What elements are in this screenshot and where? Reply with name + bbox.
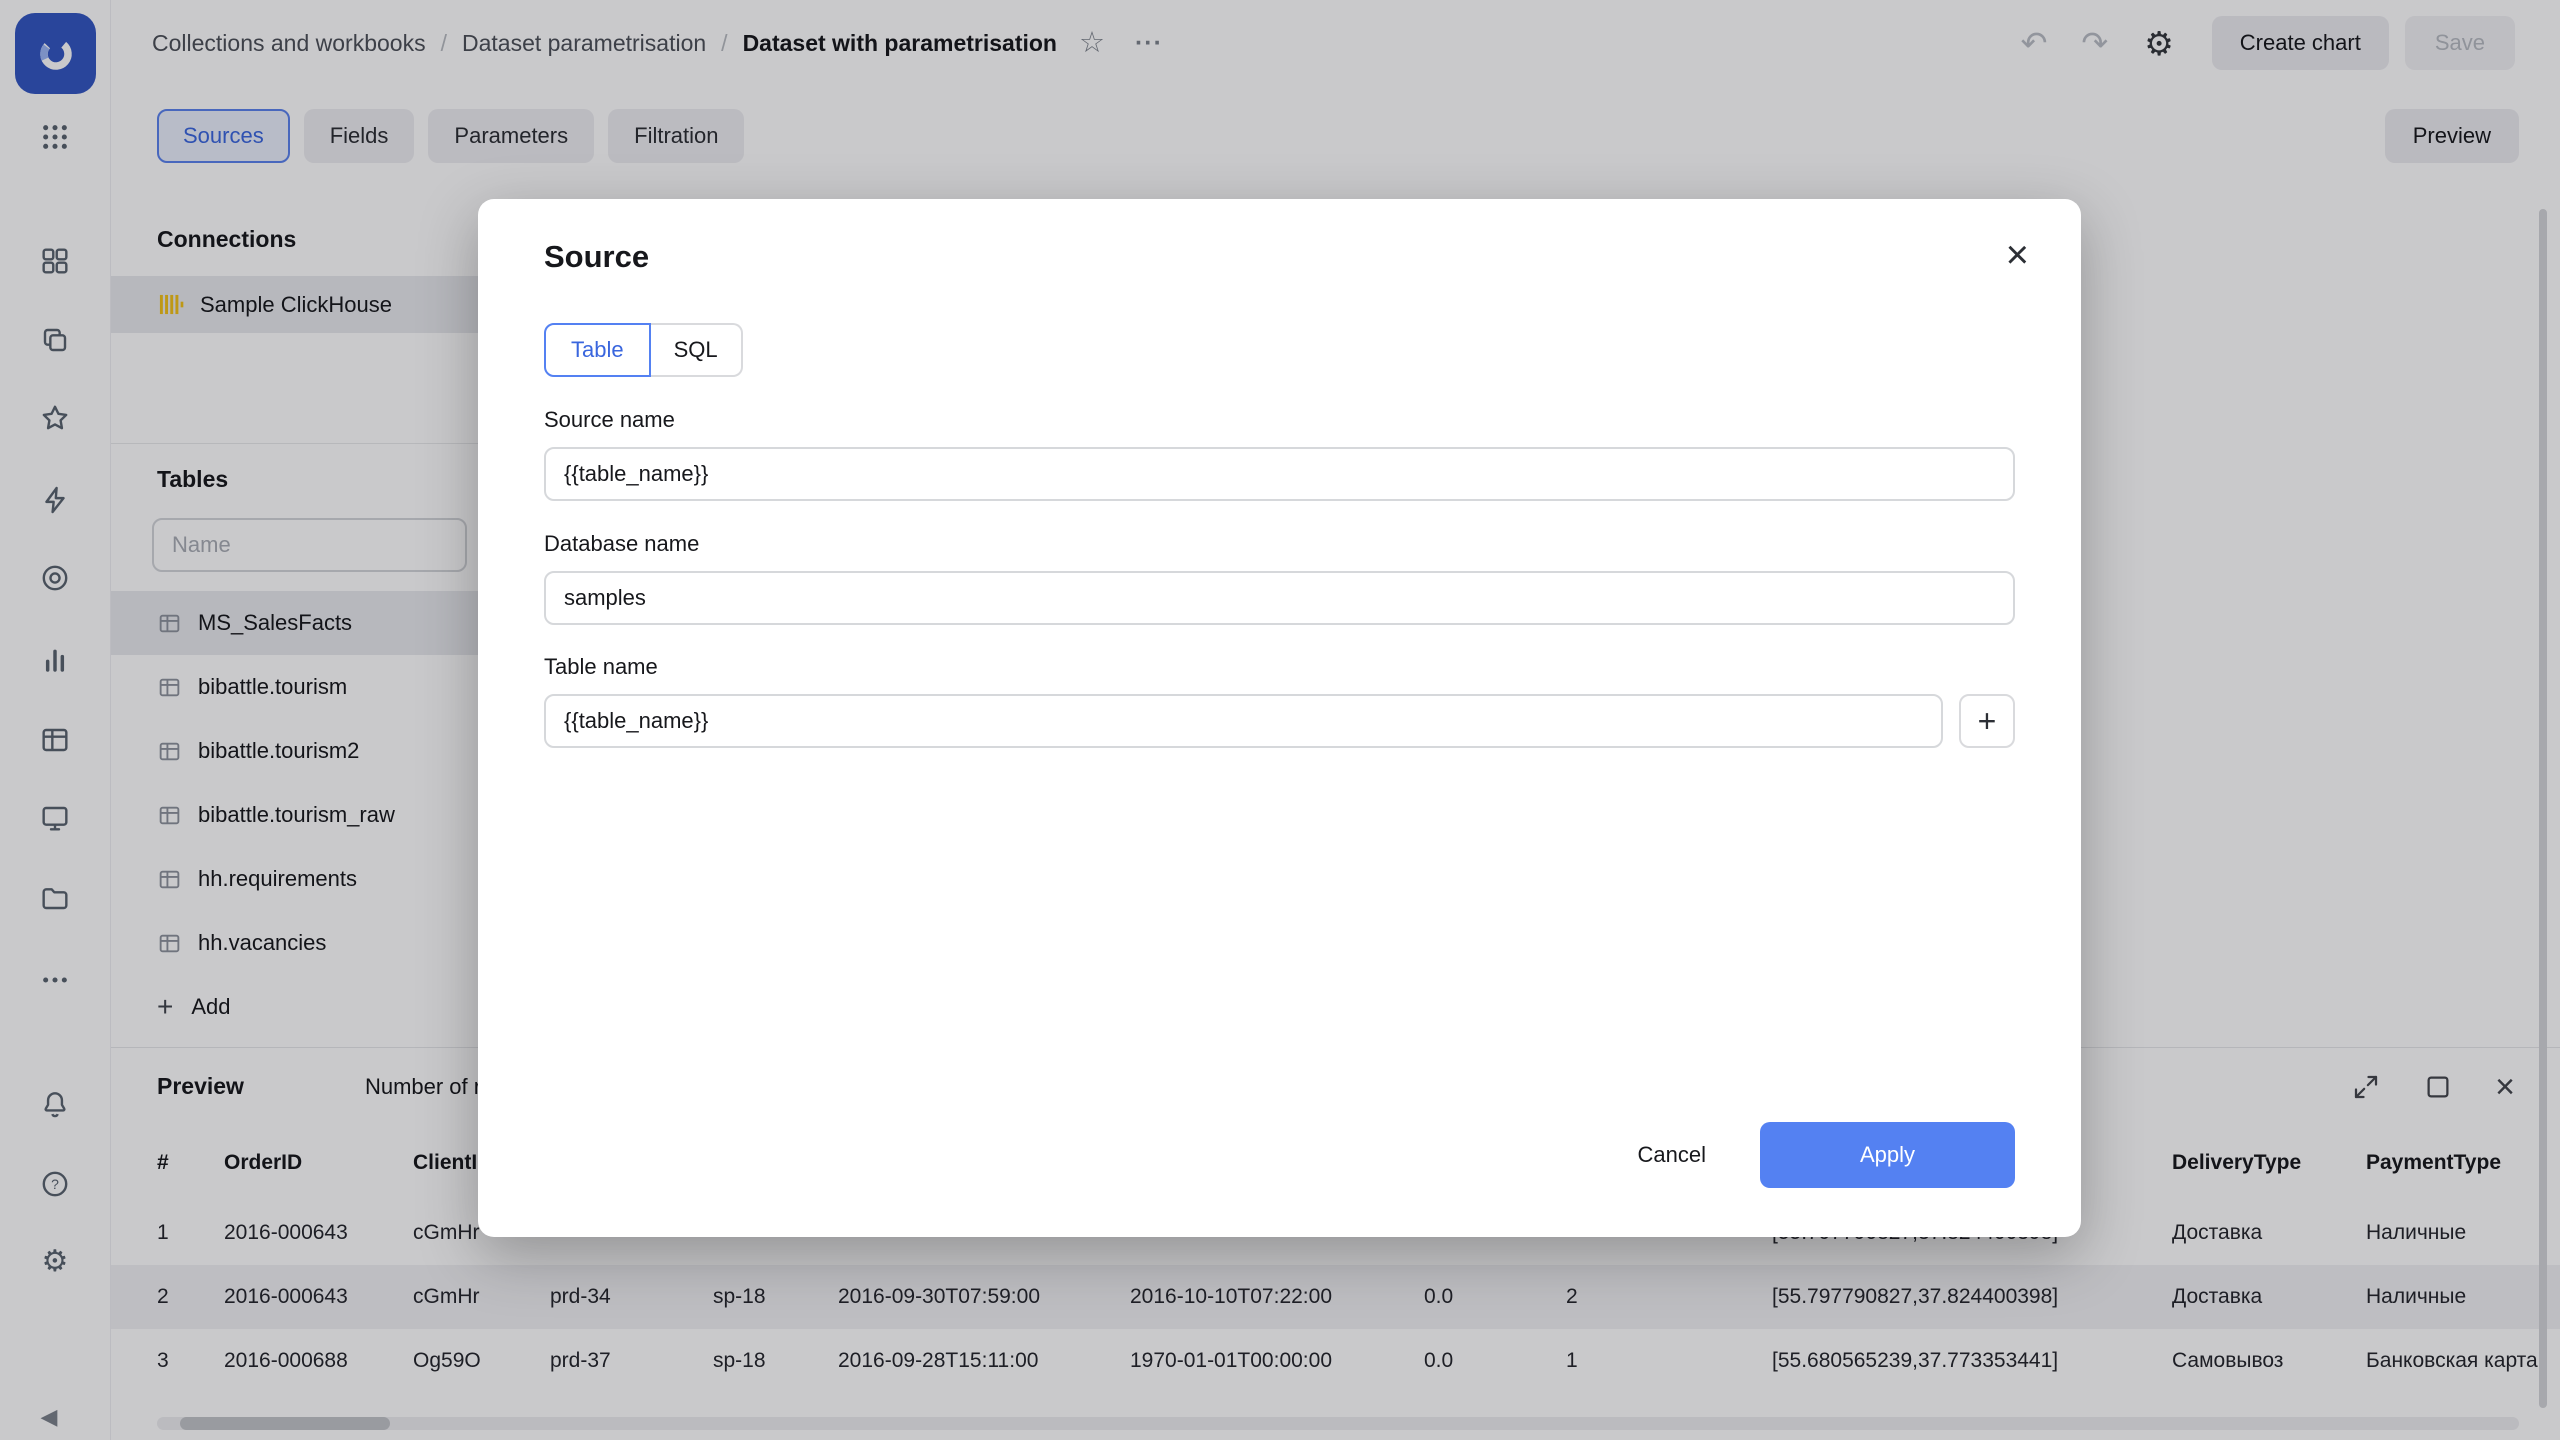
mode-sql-button[interactable]: SQL <box>651 323 743 377</box>
table-name-label: Table name <box>544 654 658 680</box>
source-name-label: Source name <box>544 407 675 433</box>
modal-title: Source <box>544 239 649 275</box>
add-table-name-button[interactable]: + <box>1959 694 2015 748</box>
modal-footer: Cancel Apply <box>1612 1122 2015 1188</box>
database-name-label: Database name <box>544 531 699 557</box>
source-name-input[interactable] <box>544 447 2015 501</box>
apply-button[interactable]: Apply <box>1760 1122 2015 1188</box>
close-icon[interactable]: × <box>2006 235 2029 275</box>
mode-table-button[interactable]: Table <box>544 323 651 377</box>
cancel-button[interactable]: Cancel <box>1612 1125 1732 1185</box>
database-name-input[interactable] <box>544 571 2015 625</box>
source-mode-toggle: Table SQL <box>544 323 743 377</box>
app-root: ? ⚙ ◀ Collections and workbooks / Datase… <box>0 0 2560 1440</box>
table-name-input[interactable] <box>544 694 1943 748</box>
source-modal: Source × Table SQL Source name Database … <box>478 199 2081 1237</box>
